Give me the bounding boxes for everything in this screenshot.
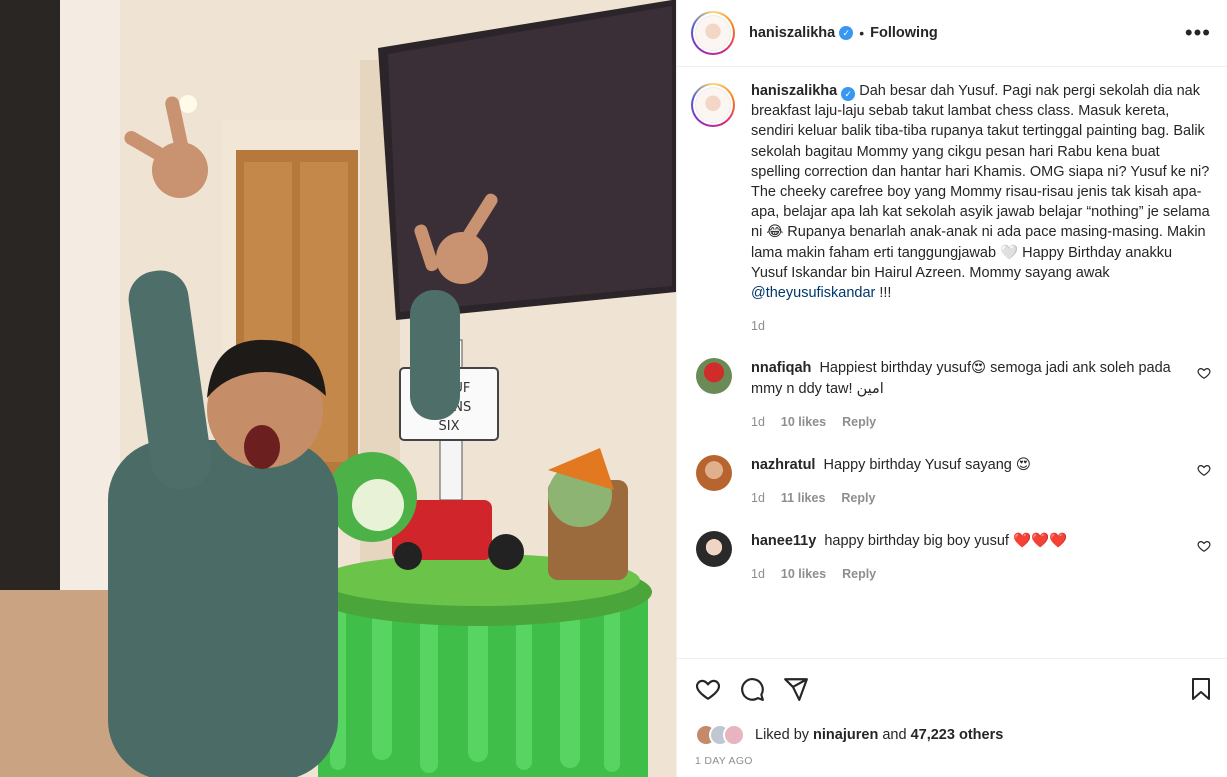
author-avatar[interactable] — [691, 11, 735, 55]
comments-area[interactable]: haniszalikha ✓ Dah besar dah Yusuf. Pagi … — [677, 67, 1227, 658]
comment: nazhratul Happy birthday Yusuf sayang 😍 … — [691, 454, 1211, 509]
comment-age: 1d — [751, 415, 765, 430]
comment: hanee11y happy birthday big boy yusuf ❤️… — [691, 530, 1211, 585]
comment-avatar[interactable] — [696, 358, 732, 395]
comment-avatar[interactable] — [696, 454, 732, 491]
caption-body: haniszalikha ✓ Dah besar dah Yusuf. Pagi … — [751, 81, 1211, 336]
liked-by-avatars[interactable] — [695, 724, 745, 746]
comment: nnafiqah Happiest birthday yusuf😍 semoga… — [691, 358, 1211, 433]
verified-badge-icon: ✓ — [839, 26, 854, 40]
comment-body: hanee11y happy birthday big boy yusuf ❤️… — [751, 531, 1181, 585]
comment-avatar[interactable] — [696, 530, 732, 567]
comment-age: 1d — [751, 567, 765, 582]
comment-body: nnafiqah Happiest birthday yusuf😍 semoga… — [751, 358, 1181, 433]
likes-count[interactable]: 47,223 others — [911, 727, 1004, 743]
separator-dot: • — [859, 25, 865, 41]
share-icon[interactable] — [783, 676, 809, 702]
caption-text: Dah besar dah Yusuf. Pagi nak pergi seko… — [751, 83, 1210, 281]
liked-by-user[interactable]: ninajuren — [813, 727, 878, 743]
comment-username[interactable]: nnafiqah — [751, 360, 811, 376]
reply-button[interactable]: Reply — [842, 564, 876, 585]
liked-by-prefix: Liked by — [755, 727, 810, 743]
instagram-post: YUSUF TURNS SIX — [0, 0, 1227, 777]
comment-text: Happy birthday Yusuf sayang 😍 — [823, 456, 1031, 473]
caption-author-avatar[interactable] — [691, 83, 735, 127]
author-username[interactable]: haniszalikha — [749, 25, 835, 41]
caption-age: 1d — [751, 319, 765, 334]
comment-text: Happiest birthday yusuf😍 semoga jadi ank… — [751, 360, 1171, 397]
post-timestamp: 1 DAY AGO — [695, 755, 753, 767]
caption-mention-link[interactable]: @theyusufiskandar — [751, 285, 875, 301]
comment-body: nazhratul Happy birthday Yusuf sayang 😍 … — [751, 455, 1181, 509]
verified-badge-icon: ✓ — [841, 87, 856, 102]
reply-button[interactable]: Reply — [841, 488, 875, 509]
cake-sign-line3: SIX — [439, 419, 460, 434]
more-icon[interactable]: ••• — [1185, 22, 1211, 44]
comment-username[interactable]: hanee11y — [751, 533, 816, 549]
action-bar — [677, 658, 1227, 718]
reply-button[interactable]: Reply — [842, 412, 876, 433]
caption-author-username[interactable]: haniszalikha — [751, 83, 837, 99]
heart-icon[interactable] — [695, 676, 721, 702]
post-header: haniszalikha ✓ • Following ••• — [677, 0, 1227, 67]
comment-likes[interactable]: 10 likes — [781, 412, 826, 433]
bookmark-icon[interactable] — [1189, 676, 1213, 702]
following-button[interactable]: Following — [870, 25, 938, 41]
liked-by-and: and — [882, 727, 907, 743]
caption-suffix: !!! — [875, 285, 892, 302]
comment-username[interactable]: nazhratul — [751, 457, 815, 473]
comment-likes[interactable]: 11 likes — [781, 488, 826, 509]
post-photo[interactable]: YUSUF TURNS SIX — [0, 0, 676, 777]
comment-icon[interactable] — [739, 676, 765, 702]
photo-illustration: YUSUF TURNS SIX — [0, 0, 676, 777]
comment-like-heart-icon[interactable] — [1197, 366, 1211, 380]
comment-like-heart-icon[interactable] — [1197, 463, 1211, 477]
post-caption: haniszalikha ✓ Dah besar dah Yusuf. Pagi … — [691, 81, 1211, 336]
comment-age: 1d — [751, 491, 765, 506]
comment-like-heart-icon[interactable] — [1197, 539, 1211, 553]
comment-likes[interactable]: 10 likes — [781, 564, 826, 585]
comment-text: happy birthday big boy yusuf ❤️❤️❤️ — [824, 532, 1068, 549]
post-side-panel: haniszalikha ✓ • Following ••• haniszali… — [676, 0, 1227, 777]
likes-summary: Liked by ninajuren and 47,223 others — [677, 718, 1227, 752]
